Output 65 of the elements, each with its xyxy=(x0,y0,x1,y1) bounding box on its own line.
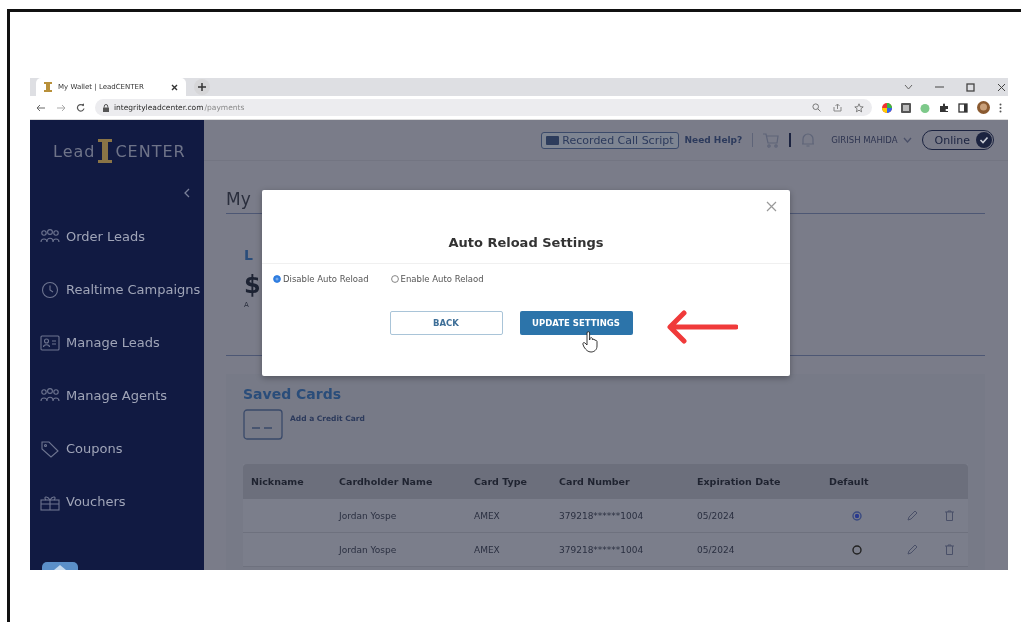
contact-card-icon xyxy=(40,333,60,352)
back-button[interactable]: BACK xyxy=(389,311,503,335)
table-cell-text: 05/2024 xyxy=(697,544,736,555)
logo-text: Lead xyxy=(53,141,96,161)
pencil-icon[interactable] xyxy=(906,544,918,555)
sidebar-item[interactable]: Manage Leads xyxy=(40,316,204,369)
tag-icon xyxy=(40,439,60,458)
sidebar-item[interactable]: Coupons xyxy=(40,422,204,475)
share-icon[interactable] xyxy=(833,103,842,112)
lock-icon xyxy=(102,103,109,112)
hand-cursor-icon xyxy=(582,331,598,353)
balance-amount: $ xyxy=(244,271,261,299)
pencil-icon[interactable] xyxy=(906,510,918,521)
table-cell-text: 05/2024 xyxy=(697,510,736,521)
sidebar-item[interactable]: Realtime Campaigns xyxy=(40,263,204,316)
table-cell-text: AMEX xyxy=(474,510,501,521)
table-cell-text: AMEX xyxy=(474,544,501,555)
side-panel-icon[interactable] xyxy=(958,102,968,113)
star-icon[interactable] xyxy=(854,102,864,113)
logo-text: CENTER xyxy=(115,141,186,161)
check-circle-icon xyxy=(976,132,992,148)
table-cell-text: 379218******1004 xyxy=(559,544,645,555)
saved-cards-title: Saved Cards xyxy=(243,386,343,402)
column-header: Cardholder Name xyxy=(339,476,434,487)
puzzle-icon[interactable] xyxy=(939,102,949,113)
radio-option[interactable]: Enable Auto Relaod xyxy=(390,274,484,284)
table-cell-text: 379218******1004 xyxy=(559,510,645,521)
column-header: Nickname xyxy=(250,476,305,487)
pillar-icon xyxy=(98,139,113,163)
chevron-down-icon xyxy=(902,137,912,143)
color-wheel-icon[interactable] xyxy=(882,102,892,113)
app-icon[interactable] xyxy=(42,562,78,570)
reload-icon[interactable] xyxy=(75,103,85,112)
more-icon[interactable] xyxy=(999,102,1002,113)
zoom-icon[interactable] xyxy=(812,103,821,112)
update-settings-button[interactable]: UPDATE SETTINGS xyxy=(519,311,633,335)
forward-arrow-icon[interactable] xyxy=(55,103,66,112)
pillar-icon xyxy=(44,82,52,92)
sidebar-item[interactable]: Order Leads xyxy=(40,210,204,263)
chevron-down-icon[interactable] xyxy=(904,84,913,90)
default-radio[interactable] xyxy=(851,544,862,555)
arrow-icon xyxy=(666,310,738,344)
column-header: Expiration Date xyxy=(697,476,782,487)
table-cell-text: Jordan Yospe xyxy=(339,544,398,555)
sidebar-item[interactable]: Vouchers xyxy=(40,475,204,528)
sidebar-item[interactable]: Manage Agents xyxy=(40,369,204,422)
trash-icon[interactable] xyxy=(944,544,954,555)
column-header: Card Type xyxy=(474,476,528,487)
trash-icon[interactable] xyxy=(944,510,954,521)
close-icon[interactable] xyxy=(997,82,1006,92)
close-icon[interactable] xyxy=(171,83,178,91)
column-header: Card Number xyxy=(559,476,631,487)
avatar-icon[interactable] xyxy=(977,101,990,114)
clock-icon xyxy=(40,280,60,299)
radio-option[interactable]: Disable Auto Reload xyxy=(273,274,369,284)
new-tab-icon[interactable] xyxy=(194,79,210,95)
chevron-left-icon[interactable] xyxy=(184,188,190,198)
column-header: Default xyxy=(828,476,870,487)
restore-icon[interactable] xyxy=(966,82,975,92)
back-arrow-icon[interactable] xyxy=(36,103,46,112)
dialog-title: Auto Reload Settings xyxy=(447,235,605,250)
page-title: My xyxy=(226,189,251,211)
table-cell-text: Jordan Yospe xyxy=(339,510,398,521)
default-radio[interactable] xyxy=(851,510,862,521)
card-heading: L xyxy=(244,247,253,263)
